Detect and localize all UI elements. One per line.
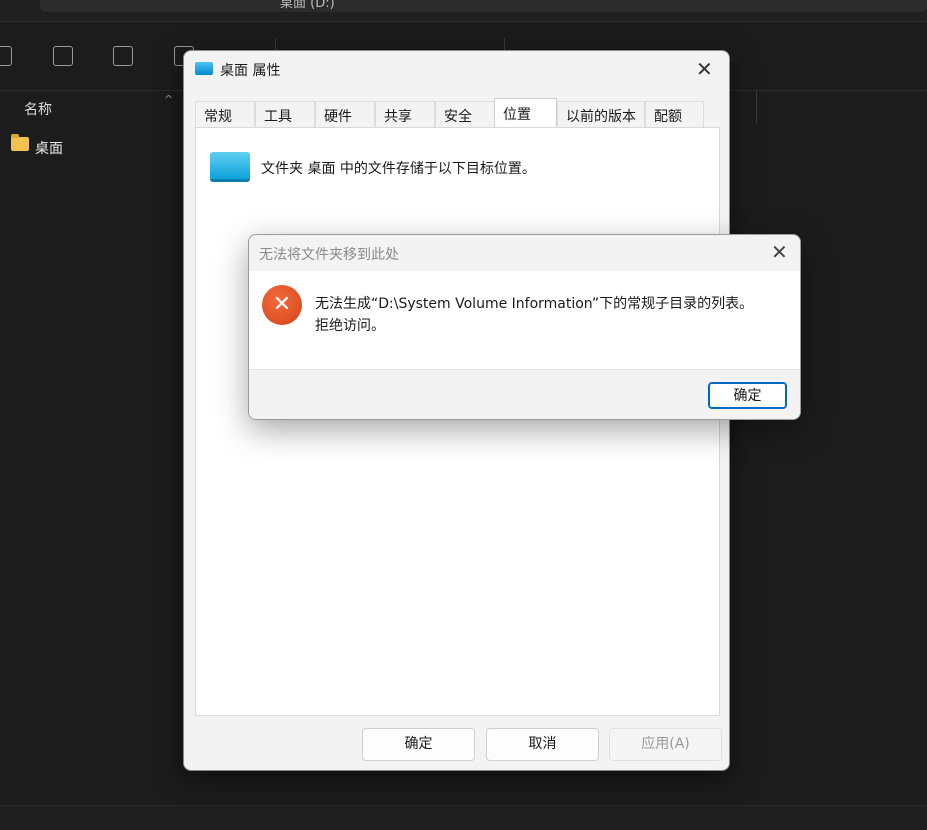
tab-location[interactable]: 位置 (494, 98, 557, 128)
status-bar (0, 805, 927, 830)
rename-icon[interactable] (113, 46, 133, 66)
column-header-name[interactable]: 名称 (24, 99, 52, 119)
folder-icon (210, 152, 250, 182)
properties-dialog-title: 桌面 属性 (220, 63, 281, 79)
location-description: 文件夹 桌面 中的文件存储于以下目标位置。 (261, 161, 536, 177)
error-icon: ✕ (262, 285, 302, 325)
tab-quota[interactable]: 配额 (645, 101, 704, 127)
tab-security[interactable]: 安全 (435, 101, 495, 127)
address-text: 桌面 (D:) (280, 0, 335, 11)
close-icon[interactable]: ✕ (696, 59, 713, 79)
apply-button: 应用(A) (609, 728, 722, 761)
tab-general[interactable]: 常规 (195, 101, 255, 127)
cancel-button[interactable]: 取消 (486, 728, 599, 761)
file-list-item-label: 桌面 (35, 141, 63, 157)
tab-previous-versions[interactable]: 以前的版本 (557, 101, 645, 127)
error-dialog-footer: 确定 (249, 369, 800, 419)
address-bar[interactable]: 桌面 (D:) (40, 0, 927, 12)
paste-icon[interactable] (53, 46, 73, 66)
error-dialog: 无法将文件夹移到此处 ✕ ✕ 无法生成“D:\System Volume Inf… (248, 234, 801, 420)
folder-icon (195, 62, 213, 75)
error-dialog-title: 无法将文件夹移到此处 (259, 247, 399, 263)
ok-button[interactable]: 确定 (708, 382, 787, 409)
close-icon[interactable]: ✕ (771, 242, 788, 262)
sort-caret-icon: ^ (164, 93, 174, 106)
tab-tools[interactable]: 工具 (255, 101, 315, 127)
error-dialog-titlebar: 无法将文件夹移到此处 ✕ (249, 235, 800, 271)
column-divider[interactable] (756, 91, 757, 124)
tab-hardware[interactable]: 硬件 (315, 101, 375, 127)
tab-strip: 常规 工具 硬件 共享 安全 位置 以前的版本 配额 (195, 98, 715, 128)
folder-icon (11, 134, 29, 151)
copy-icon[interactable] (0, 46, 12, 66)
ok-button[interactable]: 确定 (362, 728, 475, 761)
error-message: 无法生成“D:\System Volume Information”下的常规子目… (315, 296, 754, 312)
tab-sharing[interactable]: 共享 (375, 101, 435, 127)
location-tab-panel: 文件夹 桌面 中的文件存储于以下目标位置。 (195, 127, 720, 716)
file-list-item[interactable]: 桌面 (0, 134, 190, 162)
error-message-detail: 拒绝访问。 (315, 318, 385, 334)
explorer-titlebar: 桌面 (D:) (0, 0, 927, 22)
